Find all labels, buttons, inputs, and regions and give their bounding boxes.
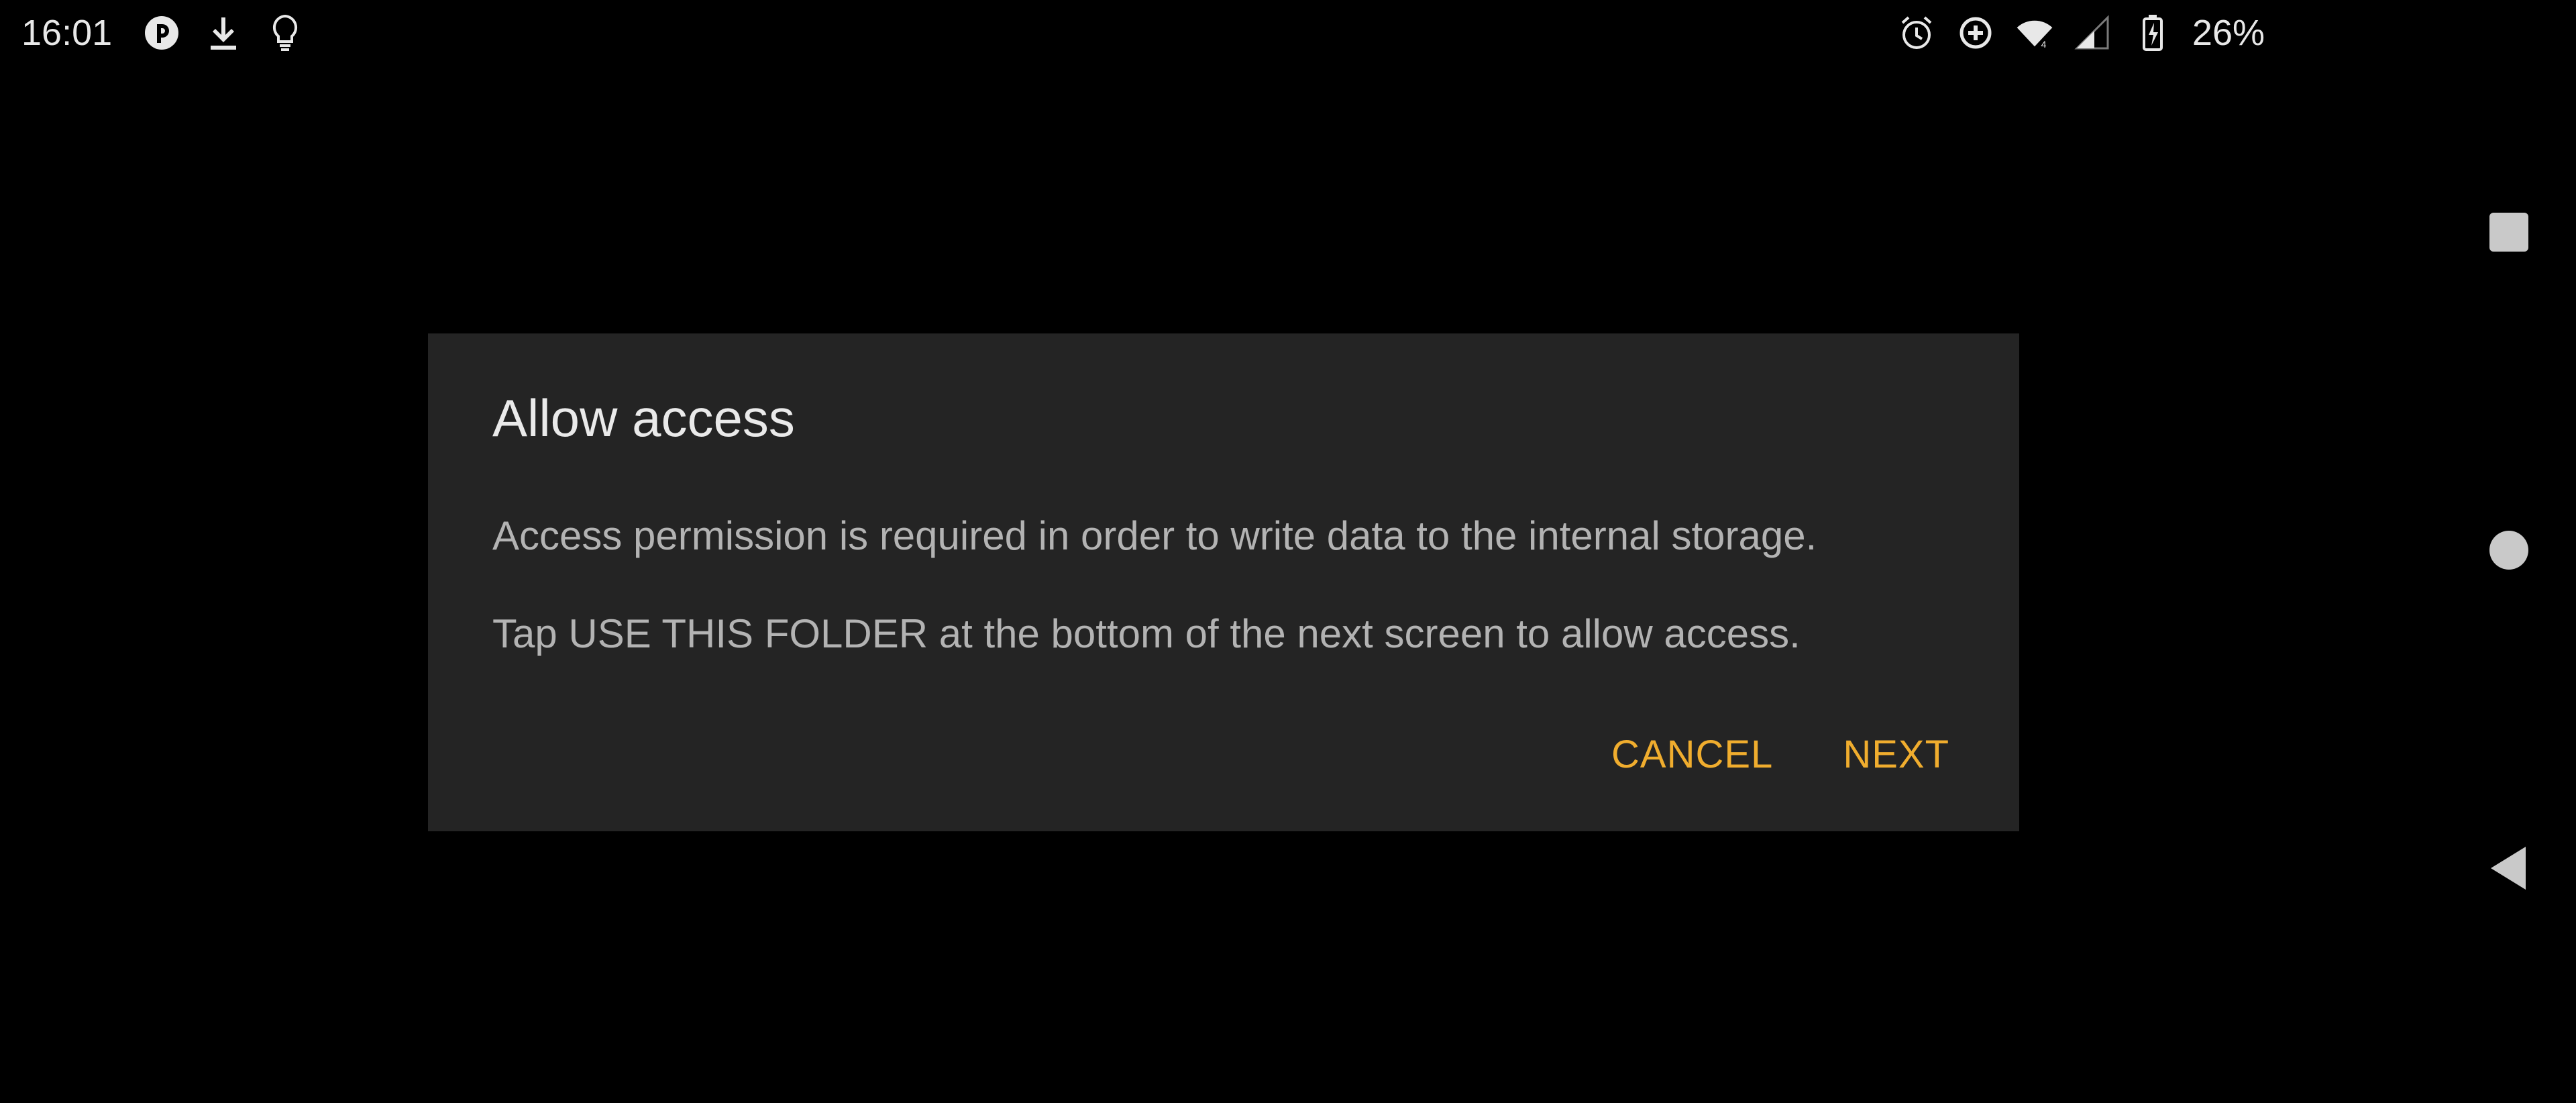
square-icon [2489, 213, 2528, 252]
recents-button[interactable] [2482, 205, 2536, 259]
allow-access-dialog: Allow access Access permission is requir… [428, 333, 2019, 831]
dialog-title: Allow access [492, 388, 795, 448]
cellular-signal-icon [2074, 13, 2113, 52]
circle-icon [2489, 531, 2528, 570]
status-right-icons: 4 26% [1897, 12, 2265, 54]
dialog-message-permission: Access permission is required in order t… [492, 513, 1817, 558]
home-button[interactable] [2482, 523, 2536, 577]
dialog-actions: CANCEL NEXT [1611, 728, 1949, 782]
screen: 16:01 4 26% Allow access Access permissi… [0, 0, 2576, 1103]
back-button[interactable] [2482, 841, 2536, 895]
download-icon [204, 13, 243, 52]
next-button[interactable]: NEXT [1843, 728, 1949, 782]
battery-percent: 26% [2192, 13, 2265, 53]
navigation-bar [2442, 0, 2576, 1103]
status-left-icons [142, 12, 305, 54]
alarm-icon [1897, 13, 1936, 52]
battery-charging-icon [2133, 13, 2172, 52]
cancel-button[interactable]: CANCEL [1611, 728, 1773, 782]
lightbulb-icon [266, 13, 305, 52]
status-bar: 16:01 4 26% [0, 0, 2442, 67]
notification-app-icon [142, 13, 181, 52]
status-time: 16:01 [21, 13, 113, 53]
svg-text:4: 4 [2041, 39, 2047, 50]
back-triangle-icon [2491, 847, 2526, 890]
data-saver-icon [1956, 13, 1995, 52]
dialog-message-instruction: Tap USE THIS FOLDER at the bottom of the… [492, 611, 1801, 656]
wifi-icon: 4 [2015, 13, 2054, 52]
